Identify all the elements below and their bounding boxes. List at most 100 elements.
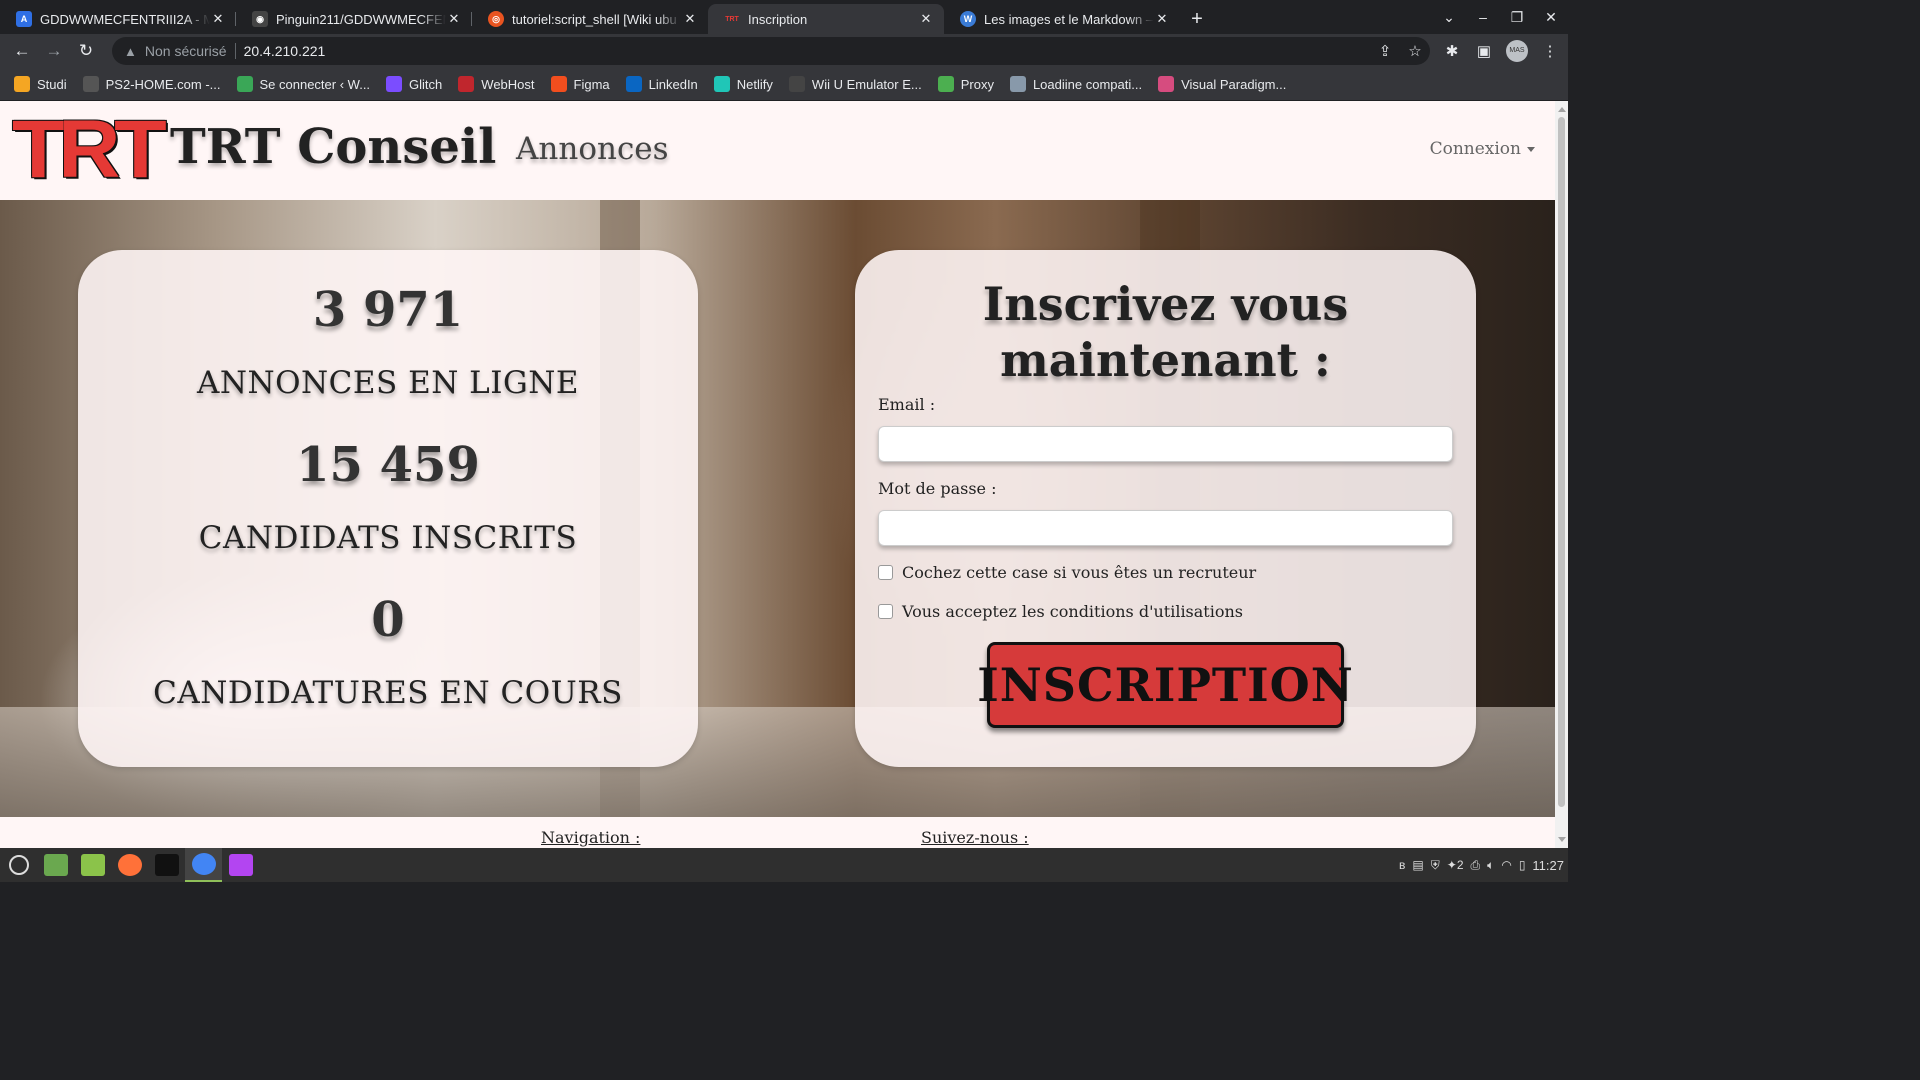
shield-icon[interactable]: ⛨ bbox=[1431, 858, 1440, 873]
volume-icon[interactable]: 🔈︎ bbox=[1487, 858, 1494, 873]
site-name[interactable]: TRT Conseil bbox=[170, 119, 496, 175]
bookmark-item[interactable]: PS2-HOME.com -... bbox=[82, 76, 221, 92]
maximize-icon[interactable]: ❐ bbox=[1500, 9, 1534, 26]
scroll-up-icon[interactable] bbox=[1558, 107, 1566, 112]
tab-search-icon[interactable]: ⌄ bbox=[1432, 9, 1466, 26]
bookmark-label: Proxy bbox=[960, 76, 994, 92]
folder-icon[interactable] bbox=[74, 848, 111, 882]
connexion-dropdown[interactable]: Connexion bbox=[1430, 139, 1535, 159]
phpstorm-icon[interactable] bbox=[222, 848, 259, 882]
recruiter-checkbox[interactable] bbox=[878, 565, 893, 580]
clipboard-icon[interactable]: ▤ bbox=[1412, 858, 1423, 872]
close-tab-icon[interactable]: ✕ bbox=[682, 11, 698, 27]
bookmark-item[interactable]: Studi bbox=[14, 76, 67, 92]
warning-icon[interactable]: ▲ bbox=[124, 44, 137, 59]
terminal-icon[interactable] bbox=[148, 848, 185, 882]
profile-avatar[interactable]: MAS THO bbox=[1506, 40, 1528, 76]
back-icon[interactable]: ← bbox=[6, 35, 38, 67]
terms-checkbox-label[interactable]: Vous acceptez les conditions d'utilisati… bbox=[902, 602, 1243, 621]
ubuntu-icon: ◎ bbox=[488, 11, 504, 27]
bookmark-item[interactable]: LinkedIn bbox=[625, 76, 698, 92]
email-field[interactable] bbox=[878, 426, 1453, 462]
inscription-button[interactable]: INSCRIPTION bbox=[977, 642, 1353, 728]
security-label[interactable]: Non sécurisé bbox=[145, 43, 227, 59]
new-tab-button[interactable]: + bbox=[1180, 4, 1214, 34]
terms-checkbox-row[interactable]: Vous acceptez les conditions d'utilisati… bbox=[878, 602, 1243, 621]
start-menu-icon[interactable] bbox=[0, 848, 37, 882]
bookmark-label: PS2-HOME.com -... bbox=[105, 76, 221, 92]
taskbar-apps bbox=[37, 848, 259, 882]
browser-tabstrip: A GDDWWMECFENTRIII2A - Mic ✕ ◉ Pinguin21… bbox=[0, 0, 1568, 34]
forward-icon[interactable]: → bbox=[38, 35, 70, 67]
browser-tab-0[interactable]: A GDDWWMECFENTRIII2A - Mic ✕ bbox=[0, 4, 236, 34]
stat-candidats-value: 15 459 bbox=[296, 437, 480, 493]
tab-title: Pinguin211/GDDWWMECFEN bbox=[276, 11, 446, 27]
workspace-icon[interactable]: ✦2 bbox=[1447, 858, 1464, 872]
close-window-icon[interactable]: ✕ bbox=[1534, 9, 1568, 26]
side-panel-icon[interactable]: ▣ bbox=[1468, 42, 1500, 60]
scrollbar-thumb[interactable] bbox=[1558, 117, 1565, 807]
bookmark-label: Glitch bbox=[409, 76, 443, 92]
reload-icon[interactable]: ↻ bbox=[70, 35, 102, 67]
browser-tab-4[interactable]: W Les images et le Markdown – r ✕ bbox=[944, 4, 1180, 34]
bookmark-item[interactable]: Visual Paradigm... bbox=[1158, 76, 1286, 92]
battery-icon[interactable]: ▯ bbox=[1519, 858, 1526, 872]
wifi-icon[interactable]: ◠ bbox=[1501, 858, 1511, 872]
close-tab-icon[interactable]: ✕ bbox=[1154, 11, 1170, 27]
bookmark-item[interactable]: Loadiine compati... bbox=[1009, 76, 1142, 92]
bookmark-favicon-icon bbox=[1009, 76, 1026, 92]
bookmark-star-icon[interactable]: ☆ bbox=[1400, 42, 1430, 60]
bluetooth-icon[interactable]: ʙ bbox=[1399, 858, 1405, 872]
scroll-down-icon[interactable] bbox=[1558, 837, 1566, 842]
bookmark-item[interactable]: Proxy bbox=[937, 76, 994, 92]
footer-follow-heading: Suivez-nous : bbox=[921, 828, 1029, 847]
bookmark-item[interactable]: Netlify bbox=[713, 76, 773, 92]
clock[interactable]: 11:27 bbox=[1532, 858, 1564, 873]
bookmark-item[interactable]: Wii U Emulator E... bbox=[788, 76, 922, 92]
github-icon: ◉ bbox=[252, 11, 268, 27]
bookmark-item[interactable]: Se connecter ‹ W... bbox=[236, 76, 370, 92]
bookmark-label: Figma bbox=[573, 76, 610, 92]
bookmarks-bar: Studi PS2-HOME.com -... Se connecter ‹ W..… bbox=[0, 68, 1568, 100]
bookmark-item[interactable]: Glitch bbox=[386, 76, 442, 92]
bookmark-favicon-icon bbox=[937, 76, 954, 92]
minimize-icon[interactable]: – bbox=[1466, 9, 1500, 25]
chrome-icon[interactable] bbox=[185, 848, 222, 882]
close-tab-icon[interactable]: ✕ bbox=[210, 11, 226, 27]
browser-tab-2[interactable]: ◎ tutoriel:script_shell [Wiki ubu ✕ bbox=[472, 4, 708, 34]
bookmark-favicon-icon bbox=[788, 76, 805, 92]
page-scrollbar[interactable] bbox=[1555, 101, 1568, 848]
bookmark-favicon-icon bbox=[14, 76, 30, 92]
nav-link-annonces[interactable]: Annonces bbox=[516, 131, 669, 167]
stat-candidats-label: CANDIDATS INSCRITS bbox=[198, 520, 578, 556]
stats-card: 3 971 ANNONCES EN LIGNE 15 459 CANDIDATS… bbox=[78, 250, 698, 767]
terms-checkbox[interactable] bbox=[878, 604, 893, 619]
share-icon[interactable]: ⇪ bbox=[1370, 42, 1400, 60]
close-tab-icon[interactable]: ✕ bbox=[918, 11, 934, 27]
divider bbox=[234, 43, 236, 59]
trt-logo[interactable]: TRT bbox=[12, 109, 167, 191]
files-green-icon[interactable] bbox=[37, 848, 74, 882]
menu-kebab-icon[interactable]: ⋮ bbox=[1534, 42, 1566, 60]
bookmark-item[interactable]: Figma bbox=[550, 76, 610, 92]
recruiter-checkbox-row[interactable]: Cochez cette case si vous êtes un recrut… bbox=[878, 563, 1256, 582]
browser-tab-active[interactable]: TRT Inscription ✕ bbox=[708, 4, 944, 34]
trt-favicon-icon: TRT bbox=[725, 15, 739, 23]
password-field[interactable] bbox=[878, 510, 1453, 546]
printer-icon[interactable]: ⎙ bbox=[1471, 858, 1481, 873]
bookmark-item[interactable]: WebHost bbox=[458, 76, 535, 92]
stat-annonces-value: 3 971 bbox=[312, 282, 464, 338]
stat-annonces-label: ANNONCES EN LIGNE bbox=[196, 365, 580, 401]
browser-toolbar: ← → ↻ ▲ Non sécurisé 20.4.210.221 ⇪ ☆ ✱ … bbox=[0, 34, 1568, 76]
browser-tab-1[interactable]: ◉ Pinguin211/GDDWWMECFEN ✕ bbox=[236, 4, 472, 34]
url-text[interactable]: 20.4.210.221 bbox=[244, 43, 1370, 59]
hero-section: 3 971 ANNONCES EN LIGNE 15 459 CANDIDATS… bbox=[0, 200, 1555, 817]
site-footer: Navigation : Suivez-nous : bbox=[0, 817, 1555, 848]
recruiter-checkbox-label[interactable]: Cochez cette case si vous êtes un recrut… bbox=[902, 563, 1256, 582]
close-tab-icon[interactable]: ✕ bbox=[446, 11, 462, 27]
bookmark-favicon-icon bbox=[713, 76, 730, 92]
tab-title: GDDWWMECFENTRIII2A - Mic bbox=[40, 11, 210, 27]
extensions-icon[interactable]: ✱ bbox=[1436, 42, 1468, 60]
address-bar[interactable]: ▲ Non sécurisé 20.4.210.221 ⇪ ☆ bbox=[112, 37, 1430, 65]
firefox-icon[interactable] bbox=[111, 848, 148, 882]
